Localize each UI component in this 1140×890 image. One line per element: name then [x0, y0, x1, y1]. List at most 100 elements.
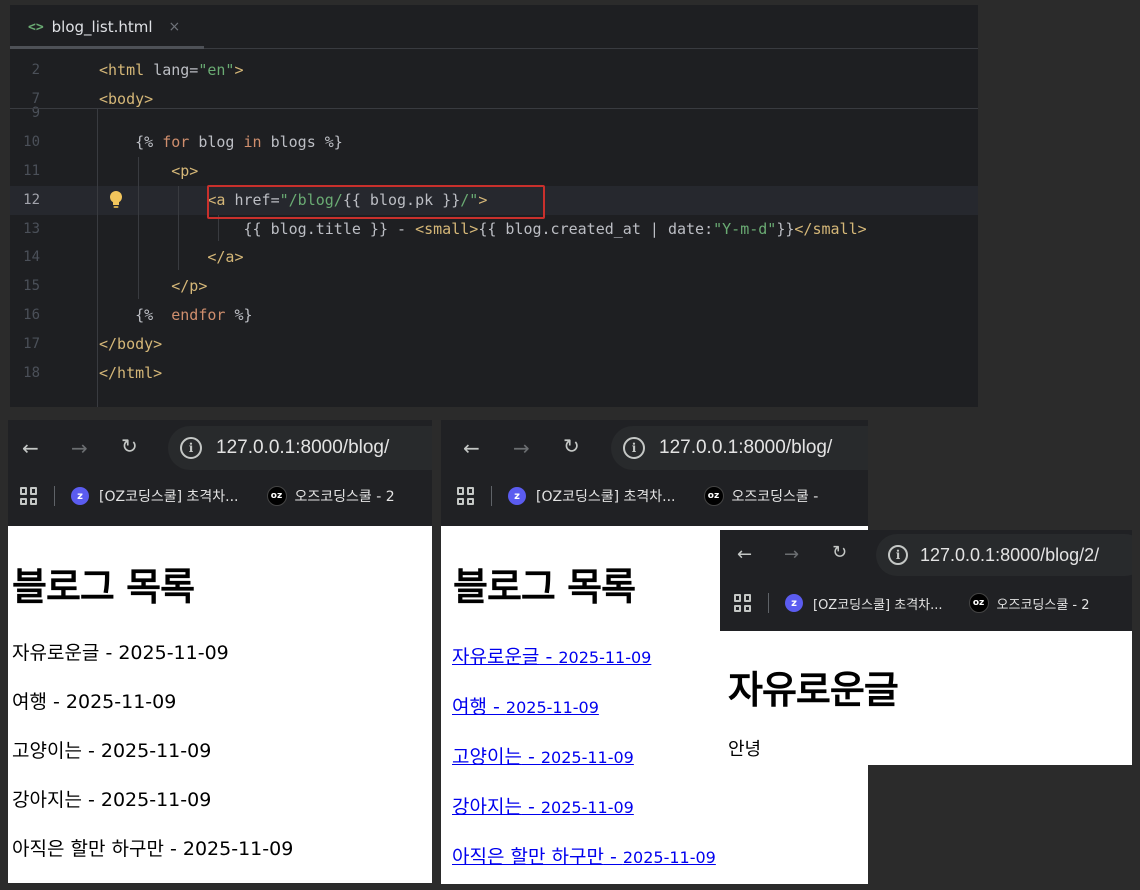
close-icon[interactable]: × [169, 19, 181, 35]
code-token: </a> [207, 248, 244, 266]
list-item: 고양이는 - 2025-11-09 [12, 740, 212, 762]
code-token: {{ blog.created_at | date: [478, 220, 714, 238]
reload-icon[interactable]: ↻ [121, 436, 138, 456]
back-arrow-icon[interactable]: ← [737, 545, 752, 565]
bookmark-oz-school[interactable]: oz 오즈코딩스쿨 - 2 [968, 593, 1090, 613]
blog-link[interactable]: 아직은 할만 하구만 - 2025-11-09 [452, 846, 716, 868]
bookmark-oz-course[interactable]: z [OZ코딩스쿨] 초격차... [508, 486, 676, 506]
bookmark-oz-school[interactable]: oz 오즈코딩스쿨 - 2 [266, 486, 395, 506]
code-token: </p> [171, 277, 208, 295]
code-token: "en" [198, 61, 235, 79]
url-text: 127.0.0.1:8000/blog/ [216, 437, 390, 458]
list-item: 강아지는 - 2025-11-09 [452, 792, 634, 819]
list-item: 여행 - 2025-11-09 [452, 692, 599, 719]
code-line[interactable]: 13 {{ blog.title }} - <small>{{ blog.cre… [10, 215, 978, 244]
line-number: 11 [23, 163, 40, 179]
code-text: {{ blog.title }} - <small>{{ blog.create… [99, 215, 867, 244]
code-text: {% endfor %} [99, 301, 253, 330]
code-text: </body> [99, 330, 162, 359]
apps-grid-icon[interactable] [457, 487, 475, 505]
list-item: 아직은 할만 하구만 - 2025-11-09 [452, 842, 716, 869]
apps-grid-icon[interactable] [734, 594, 752, 612]
list-item: 자유로운글 - 2025-11-09 [452, 642, 651, 669]
post-body: 안녕 [728, 739, 762, 760]
code-line[interactable]: 10 {% for blog in blogs %} [10, 128, 978, 157]
code-line[interactable]: 15 </p> [10, 272, 978, 301]
browser-toolbar: ← → ↻ i 127.0.0.1:8000/blog/2/ z [OZ코딩스쿨]… [720, 530, 1132, 631]
active-tab-indicator [10, 46, 204, 49]
forward-arrow-icon[interactable]: → [71, 438, 88, 458]
code-editor[interactable]: <> blog_list.html × 2 <html lang="en"> 7 <b… [10, 5, 978, 407]
bookmarks-bar: z [OZ코딩스쿨] 초격차... oz 오즈코딩스쿨 - 2 [720, 593, 1090, 613]
address-bar[interactable]: i 127.0.0.1:8000/blog/2/ [876, 534, 1132, 576]
code-line[interactable]: 18 </html> [10, 359, 978, 388]
code-text: </html> [99, 359, 162, 388]
code-token: <small> [415, 220, 479, 238]
code-token: }} [776, 220, 795, 238]
code-line[interactable]: 14 </a> [10, 243, 978, 272]
bookmarks-bar: z [OZ코딩스쿨] 초격차... oz 오즈코딩스쿨 - 2 [8, 486, 395, 506]
code-text: </a> [99, 243, 244, 272]
bookmark-oz-course[interactable]: z [OZ코딩스쿨] 초격차... [71, 486, 239, 506]
code-token: </body> [99, 335, 163, 353]
code-token: {% [135, 133, 163, 151]
html-file-icon: <> [28, 19, 44, 35]
list-item: 고양이는 - 2025-11-09 [452, 742, 634, 769]
code-token: <p> [171, 162, 199, 180]
reload-icon[interactable]: ↻ [832, 543, 847, 563]
line-number: 13 [23, 221, 40, 237]
code-token: %} [234, 306, 253, 324]
info-icon[interactable]: i [180, 437, 202, 459]
page-content: 자유로운글 안녕 [720, 631, 1132, 765]
code-token: blogs %} [270, 133, 343, 151]
code-token: in [243, 133, 271, 151]
oz-logo-icon: oz [968, 593, 989, 613]
bookmark-separator [491, 486, 492, 506]
code-token: <html [99, 61, 154, 79]
editor-tab-blog-list[interactable]: <> blog_list.html × [10, 5, 204, 49]
blog-link[interactable]: 강아지는 - 2025-11-09 [452, 796, 634, 818]
post-title: 자유로운글 [728, 668, 899, 712]
reload-icon[interactable]: ↻ [563, 436, 580, 456]
address-bar[interactable]: i 127.0.0.1:8000/blog/ [168, 426, 432, 470]
page-content: 블로그 목록 자유로운글 - 2025-11-09 여행 - 2025-11-0… [8, 526, 432, 883]
line-number: 2 [31, 62, 40, 78]
line-number: 12 [23, 192, 40, 208]
lightbulb-icon[interactable] [109, 190, 123, 210]
sticky-lines-separator [10, 108, 978, 109]
bookmarks-bar: z [OZ코딩스쿨] 초격차... oz 오즈코딩스쿨 - [441, 486, 818, 506]
list-item: 아직은 할만 하구만 - 2025-11-09 [12, 838, 294, 860]
apps-grid-icon[interactable] [20, 487, 38, 505]
back-arrow-icon[interactable]: ← [463, 438, 480, 458]
list-item: 강아지는 - 2025-11-09 [12, 789, 212, 811]
page-title: 블로그 목록 [12, 565, 195, 609]
list-item: 자유로운글 - 2025-11-09 [12, 642, 229, 664]
back-arrow-icon[interactable]: ← [22, 438, 39, 458]
bookmark-oz-school[interactable]: oz 오즈코딩스쿨 - [703, 486, 818, 506]
code-line[interactable]: 17 </body> [10, 330, 978, 359]
code-line[interactable]: 11 <p> [10, 157, 978, 186]
code-text: {% for blog in blogs %} [99, 128, 343, 157]
blog-link[interactable]: 여행 - 2025-11-09 [452, 696, 599, 718]
blog-link[interactable]: 고양이는 - 2025-11-09 [452, 746, 634, 768]
browser-window-detail: ← → ↻ i 127.0.0.1:8000/blog/2/ z [OZ코딩스쿨]… [720, 530, 1132, 765]
browser-toolbar: ← → ↻ i 127.0.0.1:8000/blog/ z [OZ코딩스쿨] 초… [441, 420, 868, 526]
info-icon[interactable]: i [623, 437, 645, 459]
code-line[interactable]: 16 {% endfor %} [10, 301, 978, 330]
forward-arrow-icon[interactable]: → [784, 545, 799, 565]
indent-guide [178, 186, 179, 270]
info-icon[interactable]: i [888, 545, 908, 565]
code-token: {% [135, 306, 172, 324]
highlight-box [207, 185, 545, 219]
code-line[interactable]: 9 [10, 106, 978, 122]
blog-link[interactable]: 자유로운글 - 2025-11-09 [452, 646, 651, 668]
code-token: endfor [171, 306, 235, 324]
forward-arrow-icon[interactable]: → [513, 438, 530, 458]
code-token: {{ blog.title }} - [243, 220, 416, 238]
indent-guide [97, 109, 98, 407]
code-line[interactable]: 2 <html lang="en"> [10, 56, 978, 85]
bookmark-separator [768, 593, 769, 613]
address-bar[interactable]: i 127.0.0.1:8000/blog/ [611, 426, 868, 470]
line-number: 14 [23, 249, 40, 265]
bookmark-oz-course[interactable]: z [OZ코딩스쿨] 초격차... [785, 594, 943, 613]
